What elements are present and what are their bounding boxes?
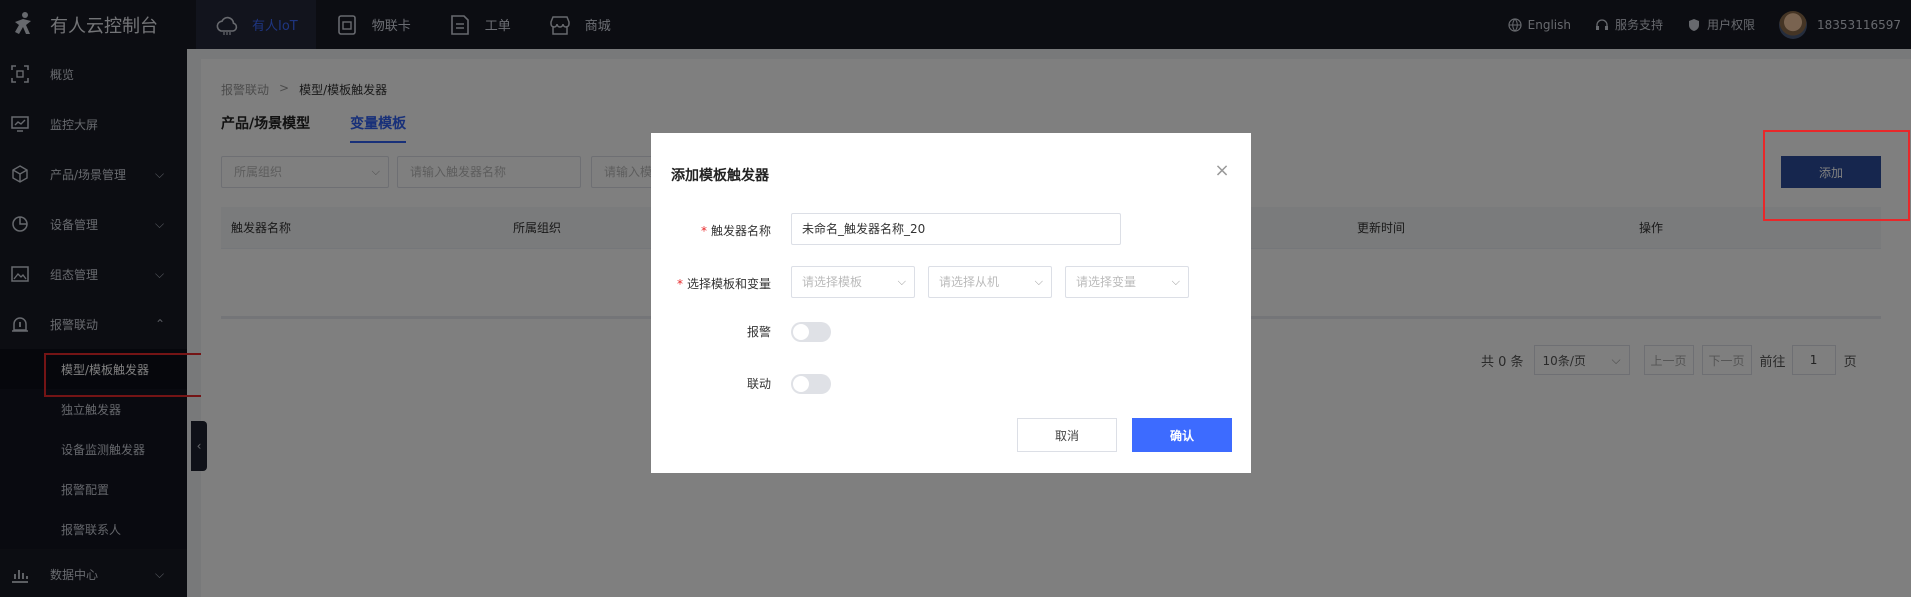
alarm-toggle[interactable]: [791, 322, 831, 342]
slave-select-placeholder: 请选择从机: [939, 275, 1000, 289]
alarm-label: 报警: [746, 325, 771, 339]
variable-select[interactable]: 请选择变量 ⌵: [1065, 266, 1189, 298]
template-variable-label-text: 选择模板和变量: [686, 277, 771, 291]
variable-select-placeholder: 请选择变量: [1076, 275, 1137, 289]
trigger-name-label: * 触发器名称: [651, 222, 771, 239]
required-mark: *: [676, 277, 683, 291]
confirm-button[interactable]: 确认: [1132, 418, 1232, 452]
trigger-name-input[interactable]: 未命名_触发器名称_20: [791, 213, 1121, 245]
chevron-down-icon: ⌵: [1171, 275, 1180, 288]
linkage-label: 联动: [746, 377, 771, 391]
trigger-name-label-text: 触发器名称: [710, 224, 771, 238]
close-icon[interactable]: ×: [1214, 162, 1230, 180]
required-mark: *: [700, 224, 707, 238]
dialog-title: 添加模板触发器: [671, 168, 769, 184]
add-template-trigger-dialog: 添加模板触发器 × * 触发器名称 未命名_触发器名称_20 * 选择模板和变量 请…: [651, 133, 1251, 473]
template-select[interactable]: 请选择模板 ⌵: [791, 266, 915, 298]
template-variable-label: * 选择模板和变量: [651, 275, 771, 292]
slave-select[interactable]: 请选择从机 ⌵: [928, 266, 1052, 298]
linkage-toggle[interactable]: [791, 374, 831, 394]
highlight-box-add: [1763, 130, 1910, 221]
chevron-down-icon: ⌵: [897, 275, 906, 288]
cancel-button[interactable]: 取消: [1017, 418, 1117, 452]
template-select-placeholder: 请选择模板: [802, 275, 863, 289]
chevron-down-icon: ⌵: [1034, 275, 1043, 288]
